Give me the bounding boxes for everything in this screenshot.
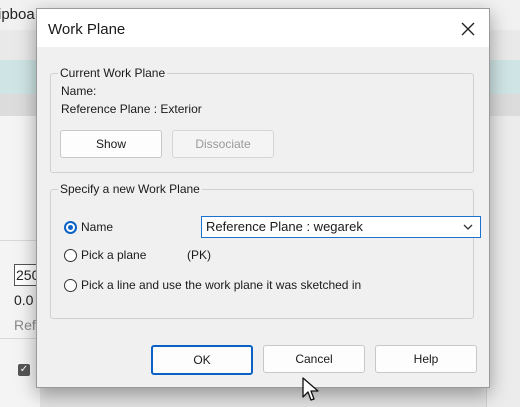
pick-plane-shortcut-hint: (PK) xyxy=(187,248,211,262)
close-button[interactable] xyxy=(457,18,479,40)
checkbox-icon[interactable]: ✓ xyxy=(18,364,30,376)
show-button[interactable]: Show xyxy=(60,130,162,158)
current-work-plane-legend: Current Work Plane xyxy=(58,66,168,80)
ok-button[interactable]: OK xyxy=(151,345,253,375)
current-name-label: Name: xyxy=(61,84,97,98)
name-radio-label: Name xyxy=(81,220,114,234)
selected-plane-value: Reference Plane : wegarek xyxy=(206,219,363,234)
pick-plane-radio-label: Pick a plane xyxy=(81,248,147,262)
pick-plane-radio-option[interactable]: Pick a plane xyxy=(64,248,146,262)
background-divider xyxy=(0,338,40,339)
current-name-value: Reference Plane : Exterior xyxy=(61,102,202,116)
radio-unchecked-icon[interactable] xyxy=(64,278,77,292)
pick-line-radio-option[interactable]: Pick a line and use the work plane it wa… xyxy=(64,278,361,292)
close-icon xyxy=(461,22,475,36)
dissociate-button[interactable]: Dissociate xyxy=(172,130,274,158)
background-right-panel xyxy=(486,116,520,407)
help-button[interactable]: Help xyxy=(375,345,477,373)
mouse-cursor-icon xyxy=(302,377,319,401)
chevron-down-icon xyxy=(463,224,473,230)
background-window-title: ipboa xyxy=(0,6,35,23)
dialog-title-bar[interactable]: Work Plane xyxy=(37,9,489,47)
pick-line-radio-label: Pick a line and use the work plane it wa… xyxy=(81,278,362,292)
specify-work-plane-legend: Specify a new Work Plane xyxy=(58,182,202,196)
current-work-plane-group: Current Work Plane Name: Reference Plane… xyxy=(50,66,474,173)
work-plane-dialog: Work Plane Current Work Plane Name: Refe… xyxy=(36,8,490,388)
cancel-button[interactable]: Cancel xyxy=(263,345,365,373)
dialog-title: Work Plane xyxy=(48,21,126,38)
radio-unchecked-icon[interactable] xyxy=(64,248,77,262)
background-divider xyxy=(0,240,40,241)
specify-work-plane-group: Specify a new Work Plane Name Reference … xyxy=(50,182,481,319)
radio-checked-icon[interactable] xyxy=(64,220,77,234)
dialog-body: Current Work Plane Name: Reference Plane… xyxy=(37,47,489,387)
name-radio-option[interactable]: Name xyxy=(64,220,113,234)
work-plane-name-select[interactable]: Reference Plane : wegarek xyxy=(201,216,481,238)
